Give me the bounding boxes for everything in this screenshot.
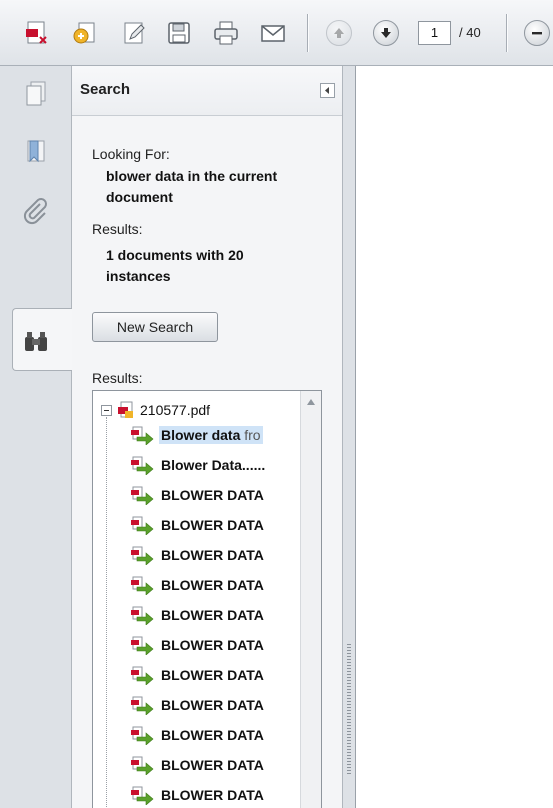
pane-title: Search: [80, 81, 131, 98]
zoom-out-icon[interactable]: [524, 20, 550, 46]
search-hit-icon: [131, 696, 154, 715]
search-hit-icon: [131, 456, 154, 475]
search-hit-icon: [131, 726, 154, 745]
page-total: / 40: [459, 25, 481, 40]
search-result-text: BLOWER DATA: [161, 487, 264, 503]
collapse-arrow-icon: [325, 87, 329, 94]
search-pane-header: Search: [72, 66, 342, 116]
collapse-pane-button[interactable]: [320, 83, 335, 98]
search-hit-icon: [131, 666, 154, 685]
results-summary-line-2: instances: [106, 268, 171, 284]
query-text-line-2: document: [106, 189, 173, 205]
attachments-icon[interactable]: [14, 190, 58, 234]
print-icon[interactable]: [211, 18, 241, 48]
document-view[interactable]: [356, 66, 553, 808]
search-result-item[interactable]: BLOWER DATA: [131, 662, 303, 688]
search-hit-icon: [131, 606, 154, 625]
search-result-text: BLOWER DATA: [161, 607, 264, 623]
search-result-text: BLOWER DATA: [161, 577, 264, 593]
search-result-text: BLOWER DATA: [161, 667, 264, 683]
scroll-up-arrow-icon[interactable]: [307, 399, 315, 405]
toolbar-separator: [307, 14, 308, 52]
previous-page-icon[interactable]: [326, 20, 352, 46]
results-scrollbar[interactable]: [300, 391, 321, 808]
tree-guide-line: [106, 417, 107, 807]
search-result-item[interactable]: BLOWER DATA: [131, 482, 303, 508]
search-result-item[interactable]: BLOWER DATA: [131, 542, 303, 568]
looking-for-label: Looking For:: [92, 146, 170, 162]
email-icon[interactable]: [258, 18, 288, 48]
search-result-item[interactable]: Blower Data......: [131, 452, 303, 478]
bookmarks-icon[interactable]: [14, 130, 58, 174]
toolbar-separator: [506, 14, 507, 52]
search-result-text: Blower Data......: [161, 457, 266, 473]
combine-icon[interactable]: [70, 18, 100, 48]
search-result-item[interactable]: BLOWER DATA: [131, 692, 303, 718]
root-file-name: 210577.pdf: [140, 402, 211, 418]
search-hit-icon: [131, 576, 154, 595]
search-result-item[interactable]: BLOWER DATA: [131, 572, 303, 598]
results-tree[interactable]: 210577.pdf Blower data fro Blower Data...…: [92, 390, 322, 808]
search-pane: Search Looking For: blower data in the c…: [72, 66, 342, 808]
search-hit-icon: [131, 486, 154, 505]
search-result-item[interactable]: BLOWER DATA: [131, 632, 303, 658]
page-number-input[interactable]: 1: [418, 21, 451, 45]
search-result-text: BLOWER DATA: [161, 547, 264, 563]
results-summary-line-1: 1 documents with 20: [106, 247, 244, 263]
collapse-expander-icon[interactable]: [101, 404, 112, 416]
search-hit-icon: [131, 516, 154, 535]
navigation-rail: [0, 66, 73, 808]
edit-icon[interactable]: [119, 18, 149, 48]
pages-icon[interactable]: [14, 72, 58, 116]
search-result-item[interactable]: BLOWER DATA: [131, 602, 303, 628]
save-icon[interactable]: [164, 18, 194, 48]
results-summary-label: Results:: [92, 221, 143, 237]
pdf-file-icon: [118, 401, 133, 418]
search-result-text: BLOWER DATA: [161, 727, 264, 743]
search-binoculars-icon[interactable]: [14, 320, 58, 364]
search-hit-icon: [131, 756, 154, 775]
search-hit-icon: [131, 636, 154, 655]
search-result-text: BLOWER DATA: [161, 697, 264, 713]
main-toolbar: 1 / 40: [0, 0, 553, 66]
next-page-icon[interactable]: [373, 20, 399, 46]
search-result-text: Blower data fro: [159, 426, 263, 444]
search-result-item[interactable]: BLOWER DATA: [131, 752, 303, 778]
search-result-item[interactable]: BLOWER DATA: [131, 722, 303, 748]
search-hit-icon: [131, 786, 154, 805]
search-result-item[interactable]: BLOWER DATA: [131, 512, 303, 538]
create-pdf-icon[interactable]: [21, 18, 51, 48]
search-result-text: BLOWER DATA: [161, 517, 264, 533]
new-search-button[interactable]: New Search: [92, 312, 218, 342]
results-list-label: Results:: [92, 370, 143, 386]
search-result-item[interactable]: Blower data fro: [131, 422, 303, 448]
search-result-text: BLOWER DATA: [161, 757, 264, 773]
search-hit-icon: [131, 546, 154, 565]
search-result-text: BLOWER DATA: [161, 637, 264, 653]
search-result-text: BLOWER DATA: [161, 787, 264, 803]
search-hit-icon: [131, 426, 154, 445]
tree-root-file[interactable]: 210577.pdf: [101, 399, 210, 421]
search-result-item[interactable]: BLOWER DATA: [131, 782, 303, 808]
query-text-line-1: blower data in the current: [106, 168, 278, 184]
splitter-grip[interactable]: [347, 644, 351, 774]
pane-splitter[interactable]: [342, 66, 356, 808]
